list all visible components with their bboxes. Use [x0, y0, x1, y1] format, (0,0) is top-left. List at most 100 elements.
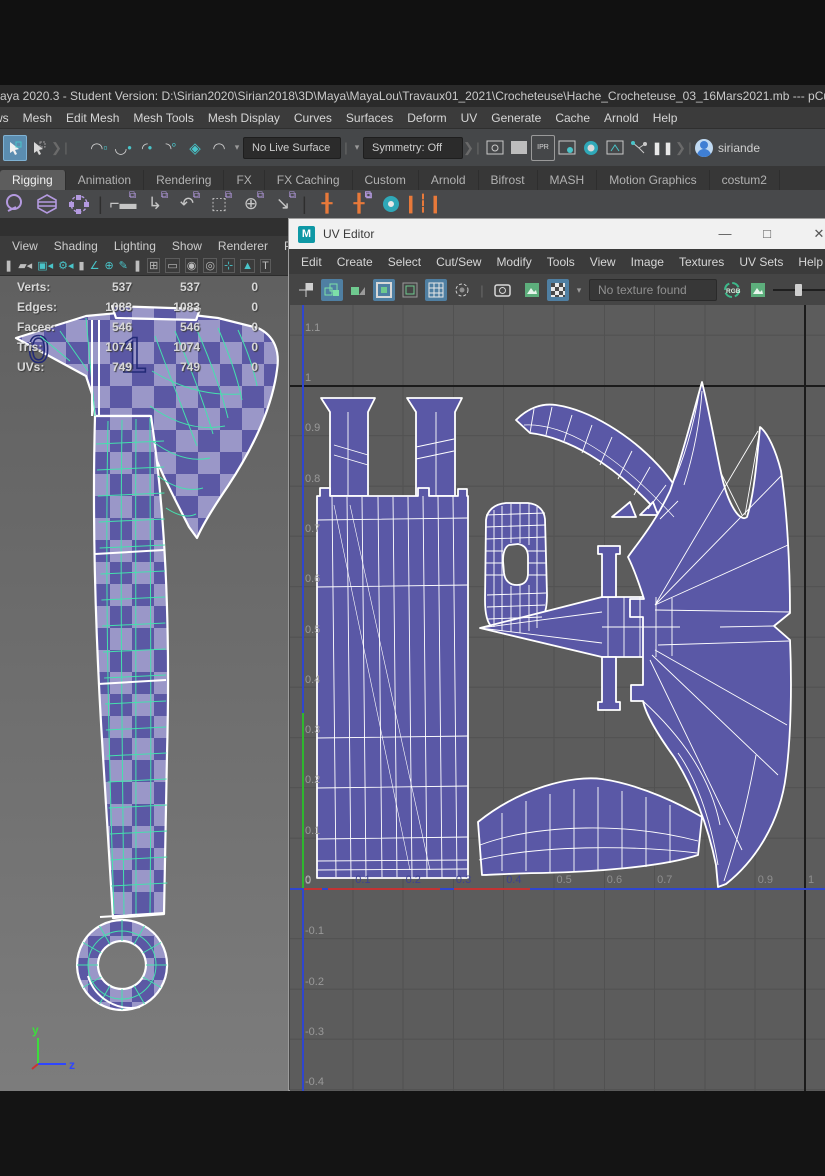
image-dim-slider[interactable] — [773, 289, 825, 291]
node-editor-icon[interactable] — [627, 135, 651, 161]
uv-editor-titlebar[interactable]: M UV Editor — □ ✕ — [289, 219, 825, 249]
orient-constraint-icon[interactable]: ↶⧉ — [174, 192, 200, 216]
shelf-tab-rigging[interactable]: Rigging — [0, 170, 66, 190]
snap-to-grid-icon[interactable]: ◠▫ — [87, 135, 111, 161]
uv-snapshot-icon[interactable] — [491, 279, 513, 301]
make-live-icon[interactable]: ◈ — [183, 135, 207, 161]
snap-extra-icon[interactable]: ◠ — [207, 135, 231, 161]
shelf-tab-costum2[interactable]: costum2 — [710, 170, 780, 190]
render-settings-icon[interactable] — [555, 135, 579, 161]
aim-constraint-icon[interactable]: ⊕⧉ — [238, 192, 264, 216]
camera-lock-icon[interactable]: ▣◂ — [37, 259, 53, 272]
toolbar-flyout-arrow-icon[interactable]: ❯ — [463, 140, 473, 156]
menu-item-edit-mesh[interactable]: Edit Mesh — [66, 111, 119, 125]
skeleton-hierarchy-icon[interactable] — [34, 192, 60, 216]
uv-border-display-icon[interactable] — [373, 279, 395, 301]
uv-menu-item-create[interactable]: Create — [337, 255, 373, 269]
grease-pencil-icon[interactable]: ✎ — [119, 259, 128, 272]
film-gate-icon[interactable]: ▭ — [165, 258, 179, 273]
snap-to-point-icon[interactable]: ◜• — [135, 135, 159, 161]
shelf-tab-mash[interactable]: MASH — [538, 170, 598, 190]
texture-chevron-icon[interactable]: ▾ — [573, 277, 585, 303]
shelf-tab-fx[interactable]: FX — [224, 170, 264, 190]
menu-item-arnold[interactable]: Arnold — [604, 111, 639, 125]
camera-select-icon[interactable]: ▰◂ — [18, 259, 32, 272]
camera-attributes-icon[interactable]: ⚙◂ — [58, 259, 73, 272]
close-button[interactable]: ✕ — [799, 219, 825, 248]
parent-constraint-icon[interactable]: ⌐▬⧉ — [110, 192, 136, 216]
user-avatar-icon[interactable] — [695, 139, 713, 157]
resolution-gate-icon[interactable]: ◉ — [185, 258, 199, 273]
menu-item-generate[interactable]: Generate — [491, 111, 541, 125]
shelf-tab-arnold[interactable]: Arnold — [419, 170, 479, 190]
shelf-tab-motion-graphics[interactable]: Motion Graphics — [597, 170, 709, 190]
uv-editor-canvas[interactable]: 1.110.90.80.70.60.50.40.30.20.10-0.1-0.2… — [290, 305, 825, 1091]
symmetry-chevron-icon[interactable]: ▾ — [351, 135, 363, 161]
image-plane-icon[interactable]: ∠ — [90, 259, 100, 272]
pause-evaluation-button[interactable]: ❚❚ — [651, 135, 675, 161]
image-display-icon[interactable] — [747, 279, 769, 301]
menu-item-mesh-tools[interactable]: Mesh Tools — [133, 111, 193, 125]
uv-shell-select-icon[interactable] — [321, 279, 343, 301]
minimize-button[interactable]: — — [705, 219, 745, 248]
panel-menu-item-show[interactable]: Show — [172, 239, 202, 253]
uv-menu-item-uv-sets[interactable]: UV Sets — [739, 255, 783, 269]
uv-shell-handle-block[interactable] — [317, 488, 468, 878]
uv-menu-item-modify[interactable]: Modify — [496, 255, 531, 269]
uv-shell-bottom-band[interactable] — [478, 778, 702, 875]
uv-distortion-icon[interactable] — [451, 279, 473, 301]
menu-item-deform[interactable]: Deform — [407, 111, 446, 125]
ik-handle-network-icon[interactable] — [66, 192, 92, 216]
3d-viewport[interactable]: 0 1 — [0, 276, 290, 1091]
uv-menu-item-select[interactable]: Select — [388, 255, 421, 269]
snap-options-chevron-icon[interactable]: ▾ — [231, 135, 243, 161]
shelf-tab-bifrost[interactable]: Bifrost — [479, 170, 538, 190]
slider-handle[interactable] — [795, 284, 802, 296]
uv-shell-strip2[interactable] — [407, 398, 462, 496]
checker-map-icon[interactable] — [547, 279, 569, 301]
uv-menu-item-cut-sew[interactable]: Cut/Sew — [436, 255, 481, 269]
bind-skin-icon[interactable] — [378, 192, 404, 216]
texture-name-field[interactable]: No texture found — [589, 279, 717, 301]
snap-to-curve-icon[interactable]: ◡• — [111, 135, 135, 161]
point-constraint-icon[interactable]: ↳⧉ — [142, 192, 168, 216]
menu-item-cache[interactable]: Cache — [555, 111, 590, 125]
uv-shell-half-icon[interactable] — [347, 279, 369, 301]
axe-model-wireframe[interactable]: 0 1 — [0, 276, 290, 1091]
snap-to-projected-center-icon[interactable]: ◝° — [159, 135, 183, 161]
signed-in-user-name[interactable]: siriande — [718, 141, 760, 155]
panel-menu-item-renderer[interactable]: Renderer — [218, 239, 268, 253]
toolbar-flyout-arrow-icon[interactable]: ❯ — [675, 140, 685, 156]
maya-window-titlebar[interactable]: aya 2020.3 - Student Version: D:\Sirian2… — [0, 85, 825, 107]
menu-item-mesh[interactable]: Mesh — [23, 111, 52, 125]
2d-pan-zoom-icon[interactable]: ⊕ — [104, 259, 113, 272]
create-joint-icon[interactable]: ╂ — [314, 192, 340, 216]
connect-joint-icon[interactable]: ╂⧉ — [346, 192, 372, 216]
hypershade-icon[interactable] — [579, 135, 603, 161]
panel-menu-item-view[interactable]: View — [12, 239, 38, 253]
uv-menu-item-image[interactable]: Image — [631, 255, 664, 269]
render-view-icon[interactable] — [483, 135, 507, 161]
lighting-editor-icon[interactable] — [603, 135, 627, 161]
shelf-tab-rendering[interactable]: Rendering — [144, 170, 224, 190]
bookmark-icon[interactable]: ▮ — [79, 259, 85, 272]
toolbar-flyout-arrow-icon[interactable]: ❯ — [51, 140, 61, 156]
menu-item-ws[interactable]: ws — [0, 111, 9, 125]
uv-menu-item-help[interactable]: Help — [798, 255, 823, 269]
gate-mask-icon[interactable]: ◎ — [203, 258, 217, 273]
uv-shell-collar-bit[interactable] — [612, 502, 636, 517]
uv-menu-item-textures[interactable]: Textures — [679, 255, 724, 269]
shelf-tab-fx-caching[interactable]: FX Caching — [265, 170, 353, 190]
select-tool-icon[interactable] — [3, 135, 27, 161]
uv-checkered-display-icon[interactable] — [425, 279, 447, 301]
grid-toggle-icon[interactable]: ⊞ — [147, 258, 160, 273]
menu-item-mesh-display[interactable]: Mesh Display — [208, 111, 280, 125]
safe-action-icon[interactable]: ▲ — [240, 259, 255, 273]
live-surface-field[interactable]: No Live Surface — [243, 137, 341, 159]
scale-constraint-icon[interactable]: ⬚⧉ — [206, 192, 232, 216]
uv-grid-quadrant-icon[interactable] — [295, 279, 317, 301]
safe-title-icon[interactable]: T — [260, 259, 271, 273]
uv-shell-spike-bar[interactable] — [598, 546, 620, 597]
rgb-channels-icon[interactable]: RGB — [721, 279, 743, 301]
shelf-tab-animation[interactable]: Animation — [66, 170, 144, 190]
